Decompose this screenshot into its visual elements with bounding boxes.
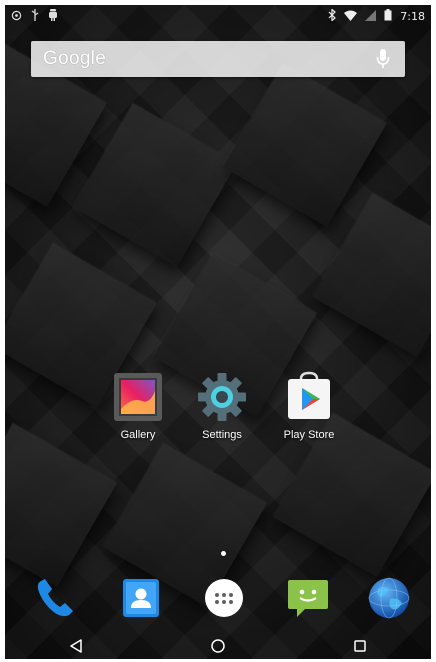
wallpaper-tile [223,63,387,227]
app-settings[interactable]: Settings [182,371,262,441]
messaging-icon[interactable] [285,575,331,621]
usb-icon [30,9,40,23]
recents-icon[interactable] [345,635,375,657]
app-label-settings: Settings [202,429,242,441]
contacts-icon[interactable] [118,575,164,621]
wallpaper-tile [73,103,237,267]
bluetooth-icon [328,8,337,23]
android-debug-icon [48,9,58,23]
mic-icon[interactable] [373,47,393,71]
gallery-icon [112,371,164,423]
wifi-icon [344,10,358,23]
phone-icon[interactable] [33,575,79,621]
home-screen: 7:18 Google Gallery Settings Play Store [5,5,431,659]
no-signal-icon [365,9,377,23]
status-clock: 7:18 [400,9,425,23]
status-right-icons: 7:18 [328,8,425,23]
app-gallery[interactable]: Gallery [98,371,178,441]
status-left-icons [11,9,58,23]
back-icon[interactable] [61,635,91,657]
app-label-play-store: Play Store [283,429,335,441]
settings-icon [196,371,248,423]
home-icon[interactable] [203,635,233,657]
wallpaper-tile [5,423,117,587]
battery-icon [384,9,392,23]
app-label-gallery: Gallery [120,429,156,441]
play-store-icon [283,371,335,423]
app-play-store[interactable]: Play Store [269,371,349,441]
app-drawer-icon[interactable] [201,575,247,621]
navigation-bar [5,633,431,659]
google-search-bar[interactable]: Google [31,41,405,77]
search-label: Google [43,48,107,69]
status-bar: 7:18 [5,5,431,27]
sync-icon [11,10,22,23]
browser-icon[interactable] [366,575,412,621]
page-indicator [221,551,226,556]
